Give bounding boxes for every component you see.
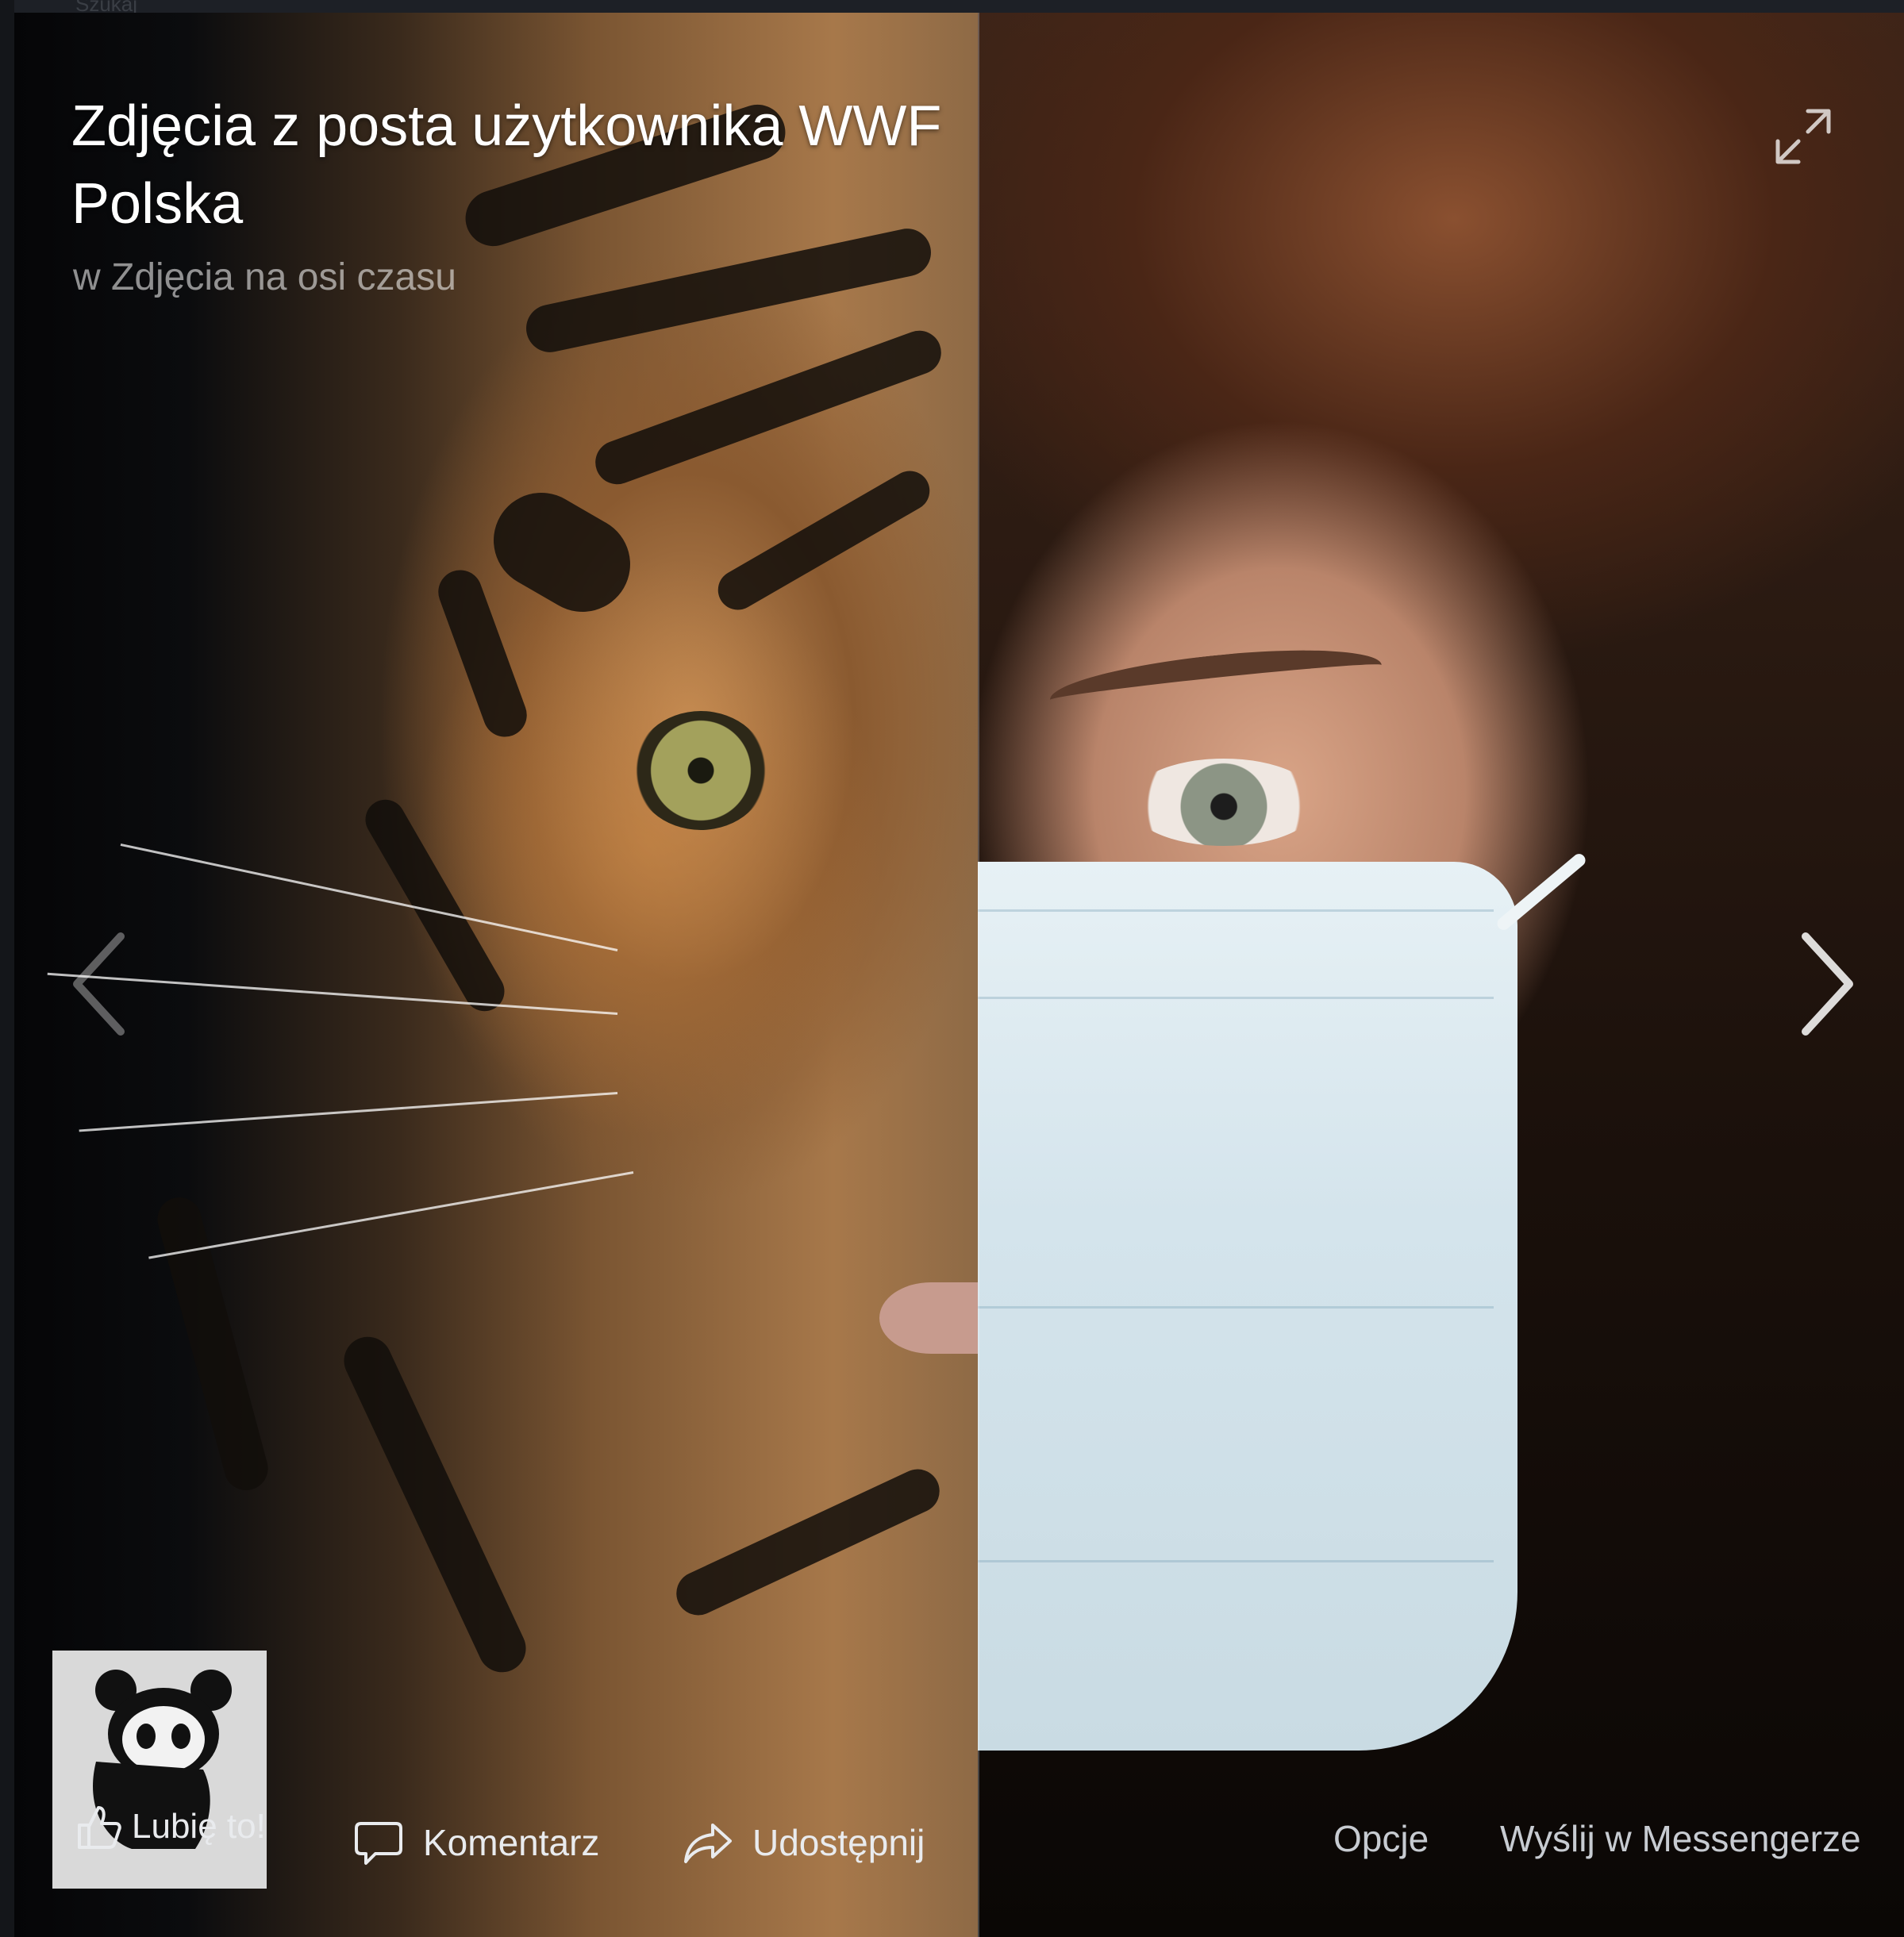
tiger-stripe xyxy=(589,324,948,491)
tiger-whisker xyxy=(79,1092,618,1132)
like-button[interactable]: Lubię to! xyxy=(71,1801,266,1852)
comment-label: Komentarz xyxy=(423,1822,600,1863)
album-link[interactable]: w Zdjęcia na osi czasu xyxy=(73,256,456,299)
tiger-stripe xyxy=(336,1328,534,1681)
photo-divider xyxy=(978,13,979,1937)
mask-strap xyxy=(1494,851,1588,933)
comment-icon xyxy=(355,1822,402,1865)
action-bar: Lubię to! Komentarz Udostępnij Opcje Wyś… xyxy=(0,1801,1904,1889)
options-button[interactable]: Opcje xyxy=(1333,1817,1429,1860)
tiger-stripe xyxy=(710,463,937,617)
chevron-right-icon[interactable] xyxy=(1790,920,1861,1047)
mask-pleat xyxy=(978,997,1494,999)
expand-icon[interactable] xyxy=(1770,103,1837,170)
options-label: Opcje xyxy=(1333,1818,1429,1859)
comment-button[interactable]: Komentarz xyxy=(353,1817,599,1868)
post-photo xyxy=(14,13,1904,1937)
tiger-half xyxy=(14,13,983,1937)
tiger-eye xyxy=(633,711,768,830)
tiger-stripe xyxy=(432,563,533,744)
face-mask xyxy=(978,862,1517,1751)
tiger-whisker xyxy=(120,843,618,951)
mask-pleat xyxy=(978,909,1494,912)
tiger-stripe xyxy=(669,1462,947,1623)
eyebrow xyxy=(1047,638,1385,727)
human-eye xyxy=(1129,759,1319,846)
photo-viewer: Szukaj Zdjęcia z posta użytkownika WWF P… xyxy=(0,0,1904,1937)
mask-pleat xyxy=(978,1560,1494,1562)
photo-title: Zdjęcia z posta użytkownika WWF Polska xyxy=(71,94,942,236)
tiger-nose xyxy=(879,1282,983,1354)
tiger-stripe xyxy=(521,224,936,357)
share-label: Udostępnij xyxy=(752,1822,925,1863)
tiger-stripe xyxy=(358,792,512,1019)
share-icon xyxy=(684,1824,732,1863)
thumbs-up-icon xyxy=(78,1806,121,1849)
chevron-left-icon[interactable] xyxy=(65,920,137,1047)
messenger-label: Wyślij w Messengerze xyxy=(1500,1818,1861,1859)
share-button[interactable]: Udostępnij xyxy=(683,1817,925,1868)
woman-half xyxy=(978,13,1904,1937)
left-edge xyxy=(0,0,14,1937)
mask-pleat xyxy=(978,1306,1494,1309)
tiger-whisker xyxy=(148,1171,634,1259)
top-bar: Szukaj xyxy=(0,0,1904,16)
tiger-stripe xyxy=(476,475,648,629)
like-label: Lubię to! xyxy=(132,1807,266,1846)
send-messenger-button[interactable]: Wyślij w Messengerze xyxy=(1500,1817,1861,1860)
